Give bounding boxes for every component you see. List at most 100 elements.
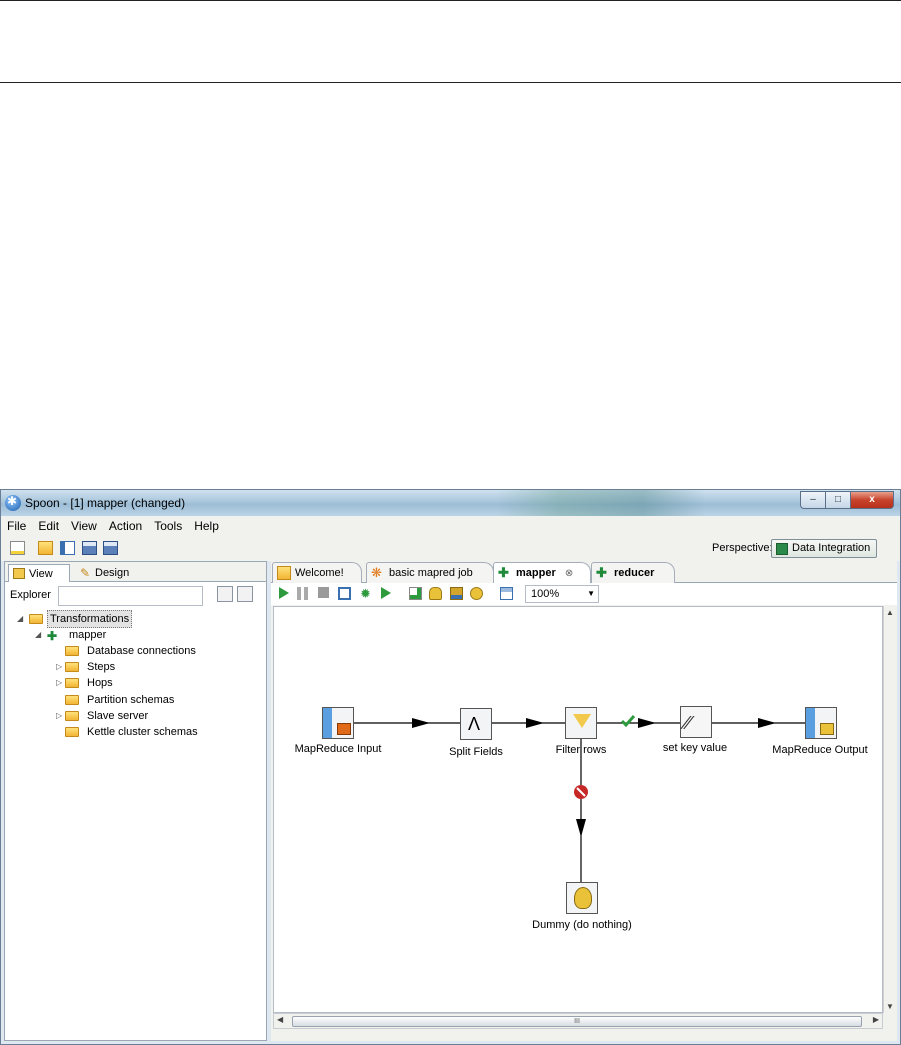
left-tab-bar: View ✎ Design [5, 562, 266, 582]
expand-all-button[interactable] [217, 586, 233, 602]
preview-icon[interactable] [338, 587, 351, 600]
close-button[interactable]: x [850, 491, 894, 509]
view-tab-icon [13, 568, 25, 579]
impact-icon[interactable] [429, 587, 442, 600]
transformation-icon: ✚ [47, 629, 58, 643]
tab-design[interactable]: ✎ Design [75, 564, 135, 582]
tab-welcome[interactable]: Welcome! [272, 562, 362, 583]
step-mapreduce-output-icon[interactable] [805, 707, 837, 739]
horizontal-scrollbar[interactable]: ◀ III ▶ [273, 1013, 883, 1029]
output-arrow-icon [820, 723, 834, 735]
split-symbol-icon: Λ [468, 714, 481, 734]
verify-icon[interactable] [409, 587, 422, 600]
editor-tab-bar: Welcome! ❋ basic mapred job ✚ mapper ⊗ ✚… [271, 561, 897, 584]
stop-icon[interactable] [318, 587, 329, 598]
arrow-head [526, 718, 544, 728]
step-filter-rows-label: Filter rows [555, 744, 607, 756]
folder-icon [65, 678, 79, 688]
menu-tools[interactable]: Tools [154, 519, 182, 533]
scroll-right-icon[interactable]: ▶ [873, 1015, 879, 1024]
arrow-head [412, 718, 430, 728]
title-bar[interactable]: Spoon - [1] mapper (changed) – □ x [1, 490, 900, 516]
run-icon[interactable] [279, 587, 289, 599]
tab-view-label: View [29, 568, 53, 580]
scroll-down-icon[interactable]: ▼ [886, 1002, 894, 1011]
folder-icon [65, 646, 79, 656]
tree-node-steps[interactable]: ▷ Steps [53, 659, 253, 675]
replay-icon[interactable] [381, 587, 391, 599]
main-toolbar: Perspective: Data Integration [1, 536, 900, 561]
collapsed-arrow-icon[interactable]: ▷ [56, 675, 62, 691]
folder-icon [29, 614, 43, 624]
zoom-select[interactable]: 100% ▼ [525, 585, 599, 603]
tab-mapper-label: mapper [516, 567, 556, 579]
tree-node-kettle-cluster-schemas[interactable]: Kettle cluster schemas [53, 724, 253, 740]
collapsed-arrow-icon[interactable]: ▷ [56, 708, 62, 724]
vertical-scrollbar[interactable]: ▲ ▼ [883, 606, 897, 1013]
tree-node-database-connections[interactable]: Database connections [53, 643, 253, 659]
save-as-icon[interactable] [103, 541, 118, 555]
show-results-icon[interactable] [500, 587, 513, 600]
transformation-canvas[interactable]: MapReduce Input Λ Split Fields Filter ro… [273, 606, 883, 1013]
transformation-icon: ✚ [498, 565, 509, 580]
tree-item-label: Slave server [87, 710, 149, 722]
horizontal-scroll-thumb[interactable]: III [292, 1016, 862, 1027]
tree-node-slave-server[interactable]: ▷ Slave server [53, 708, 253, 724]
debug-icon[interactable]: ✹ [360, 587, 373, 600]
folder-icon [65, 711, 79, 721]
menu-help[interactable]: Help [194, 519, 219, 533]
maximize-button[interactable]: □ [825, 491, 851, 509]
step-split-fields-label: Split Fields [449, 746, 503, 758]
tree-node-transformations[interactable]: ◢ Transformations [17, 610, 257, 628]
step-split-fields-icon[interactable]: Λ [460, 708, 492, 740]
open-folder-icon[interactable] [38, 541, 53, 555]
spoon-app-icon [5, 494, 21, 511]
window-title: Spoon - [1] mapper (changed) [25, 496, 186, 510]
javascript-stroke-icon: ⁄⁄ [685, 713, 692, 733]
tree-item-label: Database connections [87, 645, 196, 657]
tab-mapper[interactable]: ✚ mapper ⊗ [493, 562, 591, 584]
step-dummy-icon[interactable] [566, 882, 598, 914]
collapsed-arrow-icon[interactable]: ▷ [56, 659, 62, 675]
tab-basic-mapred-job[interactable]: ❋ basic mapred job [366, 562, 494, 583]
tab-reducer[interactable]: ✚ reducer [591, 562, 675, 583]
explore-repository-icon[interactable] [60, 541, 75, 555]
menu-action[interactable]: Action [109, 519, 142, 533]
job-icon: ❋ [371, 565, 382, 580]
tree-node-hops[interactable]: ▷ Hops [53, 675, 253, 691]
new-file-icon[interactable] [10, 541, 25, 555]
collapse-all-button[interactable] [237, 586, 253, 602]
explorer-label: Explorer [10, 589, 51, 601]
menu-bar: File Edit View Action Tools Help [1, 516, 900, 536]
save-icon[interactable] [82, 541, 97, 555]
pause-icon[interactable] [297, 587, 308, 600]
scroll-up-icon[interactable]: ▲ [886, 608, 894, 617]
minimize-button[interactable]: – [800, 491, 826, 509]
expanded-arrow-icon: ◢ [17, 614, 24, 623]
perspective-data-integration-button[interactable]: Data Integration [771, 539, 877, 558]
menu-file[interactable]: File [7, 519, 26, 533]
sql-icon[interactable] [450, 587, 463, 600]
scroll-left-icon[interactable]: ◀ [277, 1015, 283, 1024]
tree-item-label: Kettle cluster schemas [87, 726, 198, 738]
explorer-search-input[interactable] [58, 586, 203, 606]
step-filter-rows-icon[interactable] [565, 707, 597, 739]
menu-edit[interactable]: Edit [38, 519, 59, 533]
welcome-icon [277, 566, 291, 580]
tab-welcome-label: Welcome! [295, 567, 344, 579]
step-mapreduce-input-icon[interactable] [322, 707, 354, 739]
data-integration-icon [776, 543, 788, 555]
tab-view[interactable]: View [8, 564, 70, 582]
funnel-icon [573, 714, 591, 728]
explore-db-icon[interactable] [470, 587, 483, 600]
pencil-icon: ✎ [80, 566, 91, 580]
tree-node-partition-schemas[interactable]: Partition schemas [53, 692, 253, 708]
canvas-toolbar: ✹ 100% ▼ [271, 583, 897, 605]
menu-view[interactable]: View [71, 519, 97, 533]
step-set-key-value-icon[interactable]: ⁄⁄ [680, 706, 712, 738]
arrow-head [758, 718, 776, 728]
tree-node-mapper[interactable]: ◢ ✚ mapper [35, 627, 235, 643]
error-hop-icon [574, 785, 588, 799]
arrow-head [638, 718, 656, 728]
close-tab-icon[interactable]: ⊗ [565, 568, 573, 579]
